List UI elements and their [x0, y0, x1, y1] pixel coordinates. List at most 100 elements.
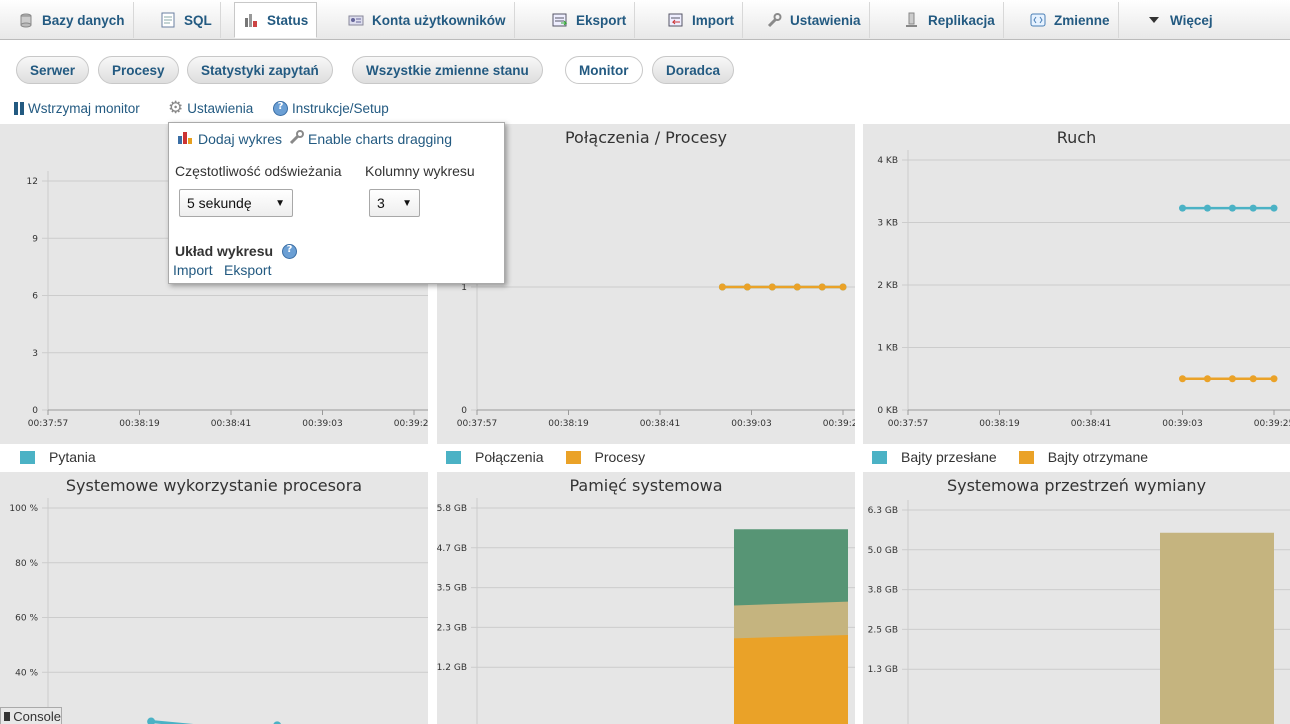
add-chart-link[interactable]: Dodaj wykres: [177, 129, 282, 148]
tab-settings[interactable]: Ustawienia: [758, 2, 870, 38]
subtab-query-statistics[interactable]: Statystyki zapytań: [187, 56, 333, 84]
x-tick-label: 00:37:57: [457, 419, 497, 429]
x-tick-label: 00:38:19: [119, 419, 160, 429]
tab-more[interactable]: Więcej: [1138, 2, 1221, 38]
legend-swatch: [1018, 450, 1034, 464]
tab-label: Import: [692, 12, 734, 28]
stacked-area: [734, 634, 848, 724]
y-tick-label: 4 KB: [877, 156, 898, 166]
data-point: [1179, 204, 1186, 212]
data-point: [718, 283, 726, 291]
chart-system-swap-svg: 1.3 GB 2.5 GB 3.8 GB 5.0 GB 6.3 GB: [868, 500, 1290, 724]
data-point: [1249, 204, 1257, 212]
tab-export[interactable]: Eksport: [544, 2, 636, 38]
x-tick-label: 00:37:57: [888, 419, 928, 429]
x-tick-label: 00:39:25: [394, 419, 428, 429]
monitor-settings-popup: Dodaj wykres Enable charts dragging Częs…: [168, 122, 505, 284]
data-point: [743, 283, 751, 291]
dropdown-arrow-icon: ▼: [275, 197, 285, 209]
tab-import[interactable]: Import: [660, 2, 743, 38]
data-point: [1228, 204, 1236, 212]
x-tick-label: 00:39:03: [1162, 419, 1202, 429]
data-point: [1179, 375, 1186, 383]
instructions-setup-link[interactable]: Instrukcje/Setup: [273, 99, 389, 117]
data-point: [147, 717, 156, 724]
dropdown-arrow-icon: ▼: [402, 197, 412, 209]
y-tick-label: 2 KB: [877, 281, 898, 291]
sql-icon: [160, 12, 176, 28]
y-tick-label: 5.0 GB: [868, 546, 898, 556]
y-tick-label: 80 %: [15, 559, 38, 569]
tab-label: Replikacja: [928, 12, 995, 28]
tab-replication[interactable]: Replikacja: [896, 2, 1004, 38]
x-tick-label: 00:38:41: [1071, 419, 1111, 429]
y-tick-label: 3.8 GB: [868, 586, 898, 596]
x-tick-label: 00:38:41: [211, 419, 251, 429]
chart-system-swap: Systemowa przestrzeń wymiany 1.3 GB 2.5 G…: [863, 472, 1290, 724]
x-tick-label: 00:38:19: [979, 419, 1020, 429]
data-point: [1270, 204, 1278, 212]
data-point: [839, 283, 847, 291]
y-tick-label: 2.5 GB: [868, 625, 898, 635]
data-point: [1203, 204, 1211, 212]
y-tick-label: 1 KB: [877, 344, 898, 354]
refresh-rate-label: Częstotliwość odświeżania: [175, 163, 342, 179]
y-tick-label: 40 %: [15, 668, 38, 678]
layout-import-link[interactable]: Import: [173, 262, 213, 278]
tab-label: SQL: [184, 12, 212, 28]
chart-columns-select[interactable]: 3 ▼: [369, 189, 420, 217]
wrench-icon: [289, 129, 305, 148]
y-tick-label: 1.3 GB: [868, 665, 898, 675]
console-icon: [4, 711, 11, 721]
chart-cpu-usage-svg: 20 %40 %60 %80 %100 %: [9, 498, 428, 724]
x-tick-label: 00:39:25: [1254, 419, 1290, 429]
tab-label: Konta użytkowników: [372, 12, 506, 28]
pause-icon: [14, 101, 24, 115]
y-tick-label: 3 KB: [877, 219, 898, 229]
pause-monitor-link[interactable]: Wstrzymaj monitor: [14, 99, 140, 117]
data-point: [1228, 375, 1236, 383]
subtab-all-status-variables[interactable]: Wszystkie zmienne stanu: [352, 56, 543, 84]
x-tick-label: 00:39:03: [302, 419, 342, 429]
status-chart-icon: [243, 12, 259, 28]
add-chart-icon: [177, 129, 195, 148]
data-point: [1203, 375, 1211, 383]
variables-icon: [1030, 12, 1046, 28]
layout-export-link[interactable]: Eksport: [224, 262, 271, 278]
subtab-advisor[interactable]: Doradca: [652, 56, 735, 84]
tab-user-accounts[interactable]: Konta użytkowników: [340, 2, 515, 38]
data-point: [1249, 375, 1257, 383]
database-icon: [18, 12, 34, 28]
triangle-down-icon: [1146, 12, 1162, 28]
tab-databases[interactable]: Bazy danych: [10, 2, 134, 38]
help-icon[interactable]: [282, 243, 298, 259]
tab-status[interactable]: Status: [234, 2, 318, 38]
tab-label: Więcej: [1170, 12, 1213, 28]
y-tick-label: 0: [461, 406, 467, 416]
data-point: [793, 283, 801, 291]
enable-charts-dragging-link[interactable]: Enable charts dragging: [289, 129, 452, 148]
y-tick-label: 12: [27, 177, 38, 187]
chart-traffic-svg: 0 KB 1 KB 2 KB 3 KB 4 KB 00:37:57 00:38:19 00:3…: [877, 150, 1290, 429]
tab-label: Zmienne: [1054, 12, 1110, 28]
import-icon: [668, 12, 684, 28]
gear-icon: ⚙: [168, 98, 184, 117]
wrench-icon: [766, 12, 782, 28]
subtab-server[interactable]: Serwer: [16, 56, 90, 84]
tab-sql[interactable]: SQL: [152, 2, 221, 38]
tab-label: Ustawienia: [790, 12, 861, 28]
console-toggle[interactable]: Console: [0, 707, 62, 724]
legend-traffic: Bajty przesłane Bajty otrzymane: [872, 448, 1148, 466]
y-tick-label: 0 KB: [877, 406, 898, 416]
stacked-area: [1160, 532, 1274, 724]
chart-cpu-usage: Systemowe wykorzystanie procesora 20 %40…: [0, 472, 428, 724]
refresh-rate-select[interactable]: 5 sekundę ▼: [179, 189, 293, 217]
tab-variables[interactable]: Zmienne: [1022, 2, 1119, 38]
y-tick-label: 60 %: [15, 614, 38, 624]
subtab-monitor[interactable]: Monitor: [565, 56, 643, 84]
users-icon: [348, 12, 364, 28]
data-point: [1270, 375, 1278, 383]
settings-link[interactable]: ⚙ Ustawienia: [168, 99, 253, 117]
legend-swatch: [872, 450, 887, 464]
subtab-processes[interactable]: Procesy: [98, 56, 179, 84]
